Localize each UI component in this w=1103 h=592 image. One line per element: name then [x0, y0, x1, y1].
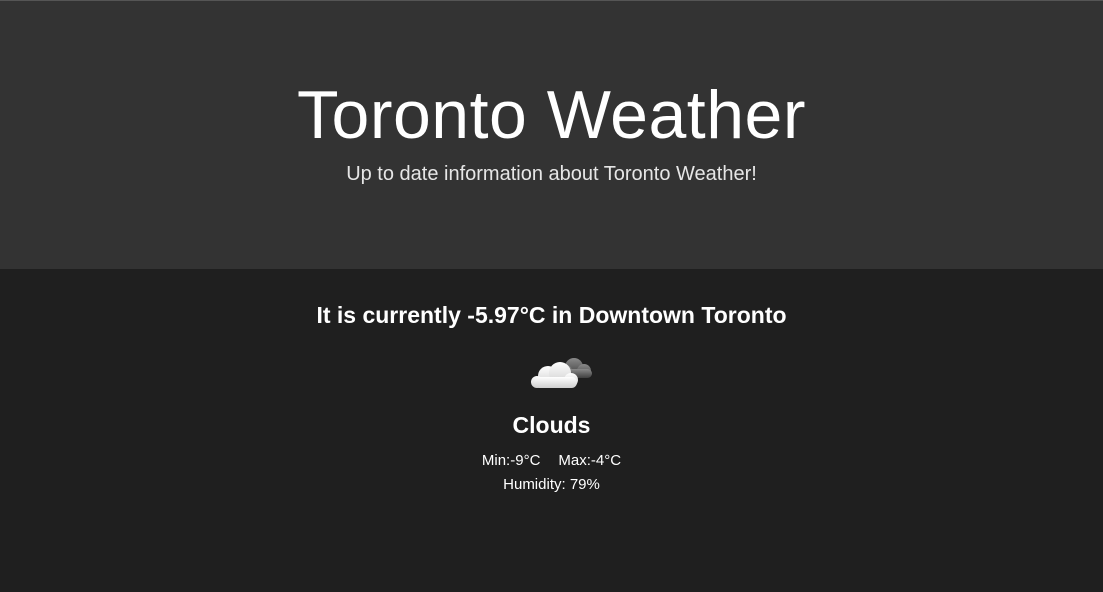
min-max-row: Min: -9°C Max: -4°C	[0, 452, 1103, 469]
current-temperature-line: It is currently -5.97°C in Downtown Toro…	[0, 302, 1103, 329]
clouds-icon	[531, 358, 592, 388]
header-banner: Toronto Weather Up to date information a…	[0, 0, 1103, 269]
current-temperature: -5.97°C	[467, 302, 546, 328]
current-location: in Downtown Toronto	[545, 302, 787, 328]
humidity-value: 79%	[569, 476, 600, 493]
min-temperature: Min: -9°C	[482, 452, 541, 469]
humidity-label: Humidity:	[503, 476, 570, 493]
min-label: Min:	[481, 452, 511, 469]
humidity-row: Humidity: 79%	[0, 476, 1103, 493]
max-value: -4°C	[590, 452, 622, 469]
max-temperature: Max: -4°C	[558, 452, 621, 469]
current-prefix: It is currently	[316, 302, 468, 328]
weather-panel: It is currently -5.97°C in Downtown Toro…	[0, 269, 1103, 592]
max-label: Max:	[558, 452, 591, 469]
weather-condition: Clouds	[512, 412, 591, 438]
min-value: -9°C	[510, 452, 541, 469]
page-title: Toronto Weather	[297, 77, 806, 153]
page-subtitle: Up to date information about Toronto Wea…	[346, 163, 757, 185]
